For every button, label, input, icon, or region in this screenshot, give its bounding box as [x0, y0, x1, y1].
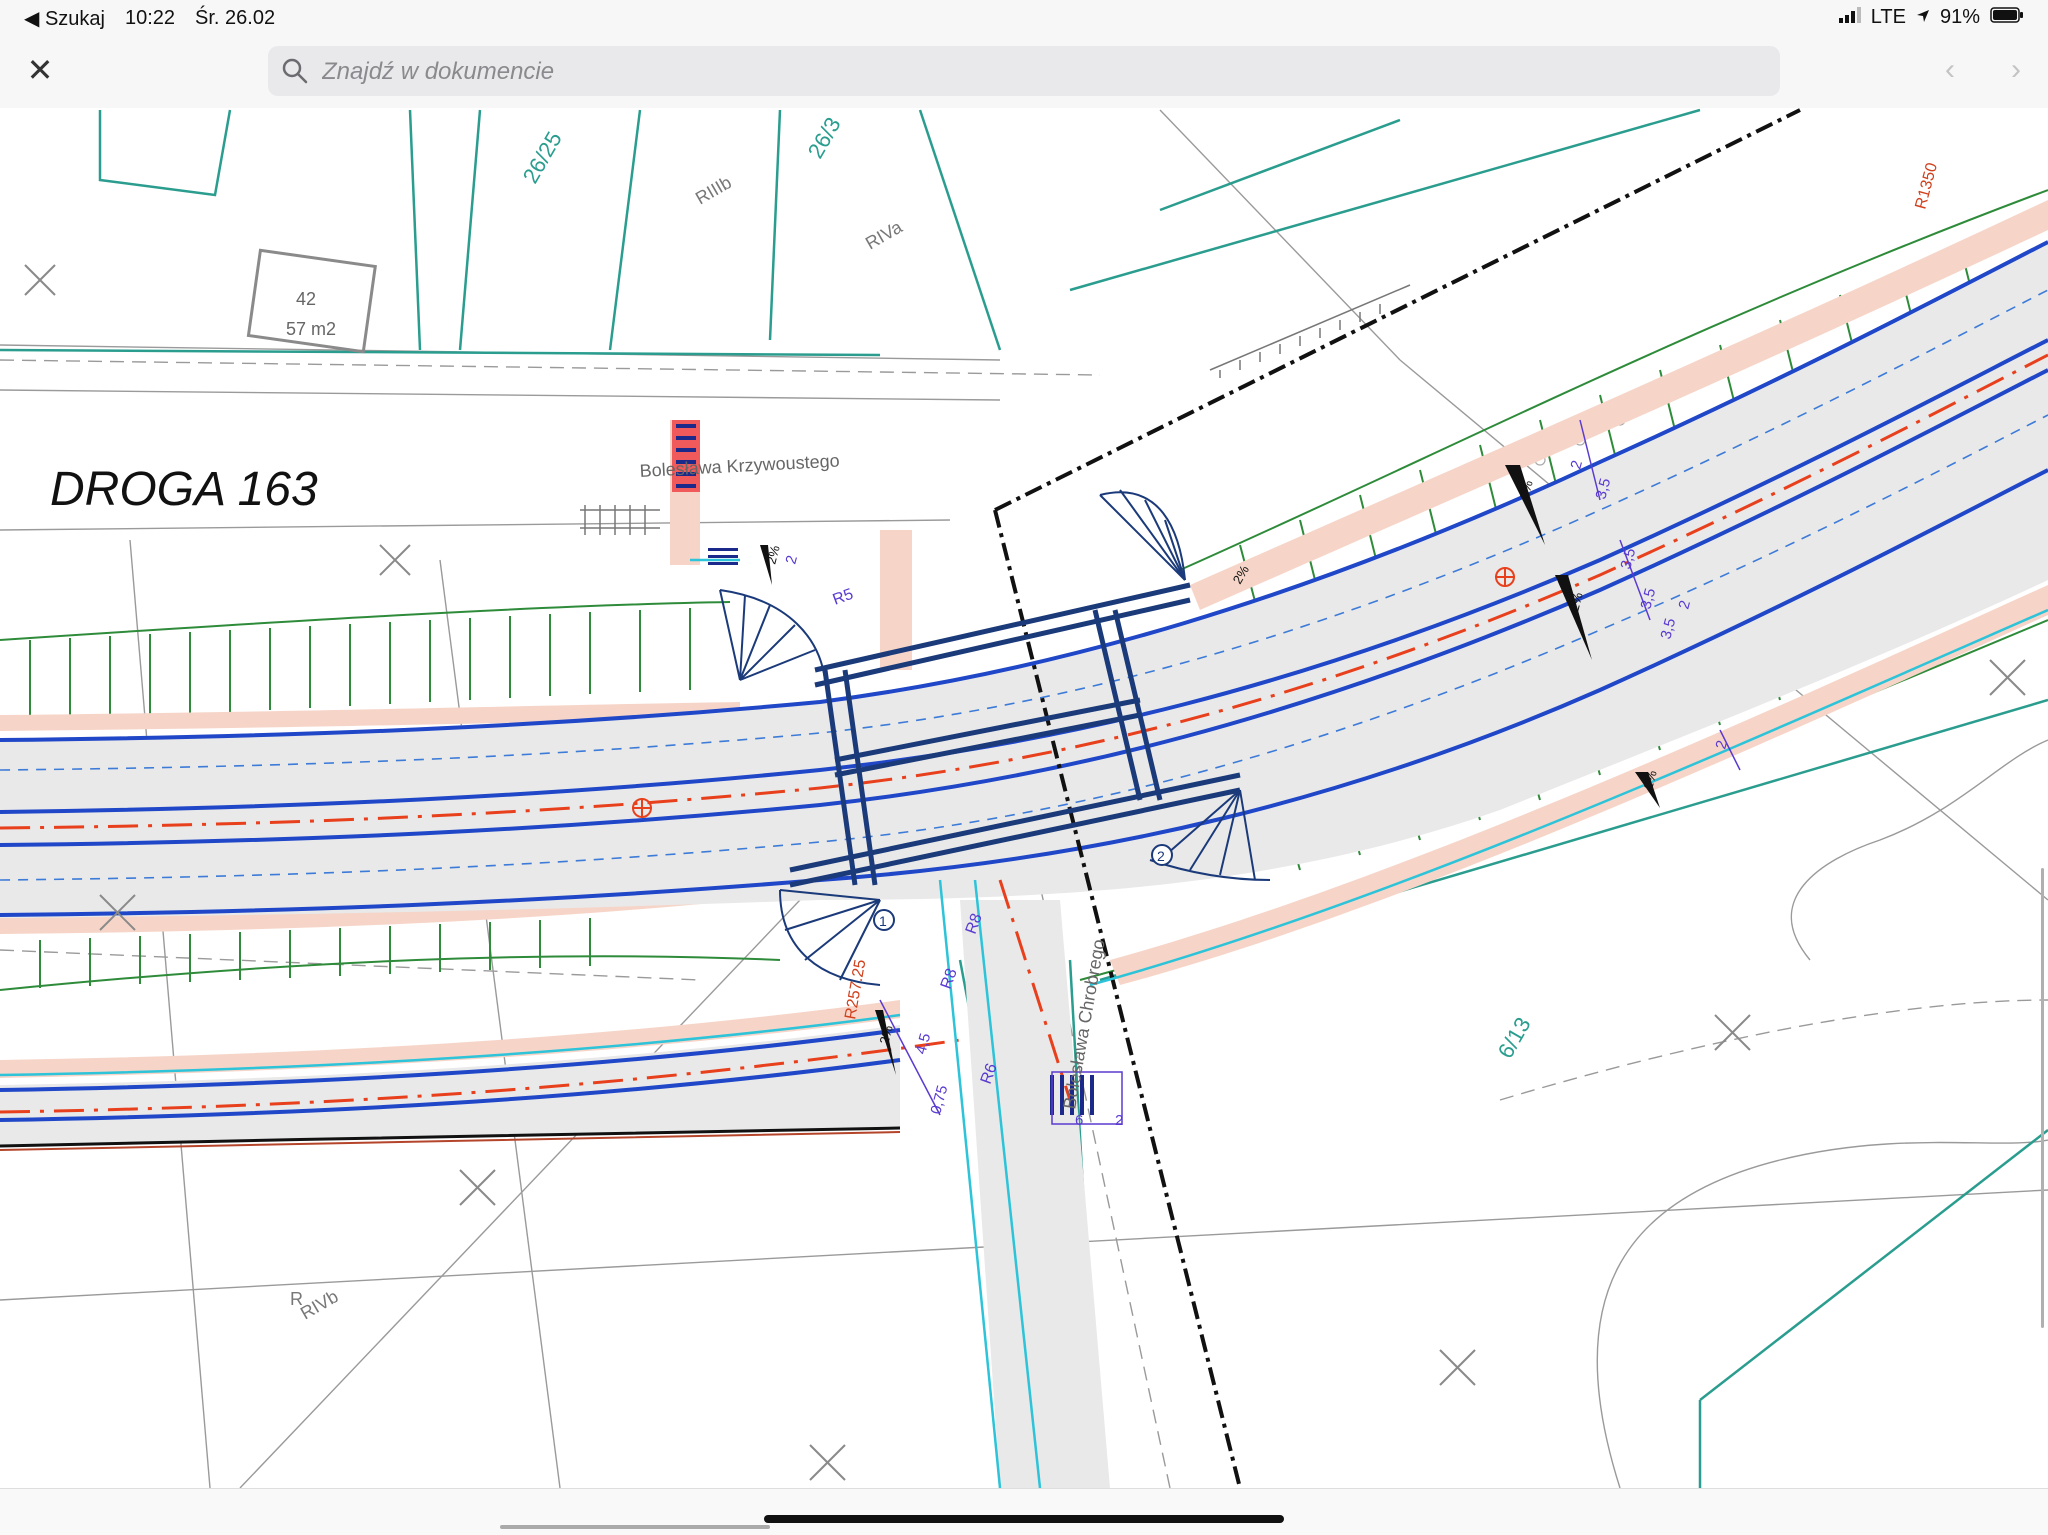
parcel-label-26-25: 26/25	[518, 127, 567, 187]
node-number-1: 1	[879, 913, 887, 929]
radius-label-r5: R5	[831, 586, 856, 609]
location-icon	[1916, 6, 1930, 29]
back-to-app-link[interactable]: ◀ Szukaj	[24, 6, 105, 31]
battery-percent: 91%	[1939, 6, 1980, 28]
lane-dim-8: 2	[782, 554, 801, 566]
road-plan-drawing: DROGA 163 26/25 26/3 6/13 42 57 m2 RIIIb…	[0, 108, 2048, 1488]
soil-label-rivb: RIVb	[297, 1286, 342, 1323]
parcel-label-6-13: 6/13	[1493, 1013, 1536, 1063]
parcel-label-26-3: 26/3	[803, 113, 846, 163]
lane-dim-10: 0,75	[927, 1083, 951, 1116]
radius-label-r1350: R1350	[1912, 161, 1941, 211]
search-box[interactable]	[268, 46, 1780, 98]
soil-label-r: R	[290, 1289, 303, 1309]
document-view[interactable]: DROGA 163 26/25 26/3 6/13 42 57 m2 RIIIb…	[0, 108, 2048, 1488]
node-number-2: 2	[1157, 848, 1165, 864]
vertical-scrollbar[interactable]	[2041, 868, 2044, 1328]
soil-label-riiib: RIIIb	[692, 172, 735, 208]
bottom-bar	[0, 1488, 2048, 1535]
handwritten-note: DROGA 163	[50, 463, 318, 516]
battery-icon	[1990, 6, 2024, 29]
lane-dim-5: 2	[1567, 459, 1586, 471]
lane-dim-9: 4,5	[912, 1031, 934, 1056]
building-area: 57 m2	[286, 319, 336, 339]
network-label: LTE	[1870, 6, 1906, 28]
street-label-krzywoustego: Bolesława Krzywoustego	[639, 451, 840, 481]
previous-result-button[interactable]: ‹	[1930, 50, 1970, 90]
home-indicator[interactable]	[764, 1515, 1284, 1523]
document-toolbar: ✕ ‹ ›	[0, 36, 2048, 109]
signal-icon	[1838, 6, 1861, 29]
status-left: ◀ Szukaj 10:22 Śr. 26.02	[24, 6, 275, 31]
close-button[interactable]: ✕	[20, 50, 60, 90]
building-number: 42	[296, 289, 316, 309]
track-hatching	[580, 284, 1411, 535]
search-input[interactable]	[320, 46, 1764, 98]
lane-dim-11: 6	[1075, 1112, 1083, 1129]
status-time: 10:22	[124, 7, 176, 29]
search-icon	[280, 56, 310, 86]
status-date: Śr. 26.02	[195, 7, 276, 29]
status-bar: ◀ Szukaj 10:22 Śr. 26.02 LTE 91%	[0, 0, 2048, 36]
lane-dim-12: 2	[1115, 1112, 1123, 1129]
radius-label-r8-b: R8	[938, 966, 961, 991]
soil-label-riva: RIVa	[862, 216, 906, 253]
next-result-button[interactable]: ›	[1996, 50, 2036, 90]
status-right: LTE 91%	[1838, 6, 2024, 29]
horizontal-scrollbar[interactable]	[500, 1525, 770, 1529]
